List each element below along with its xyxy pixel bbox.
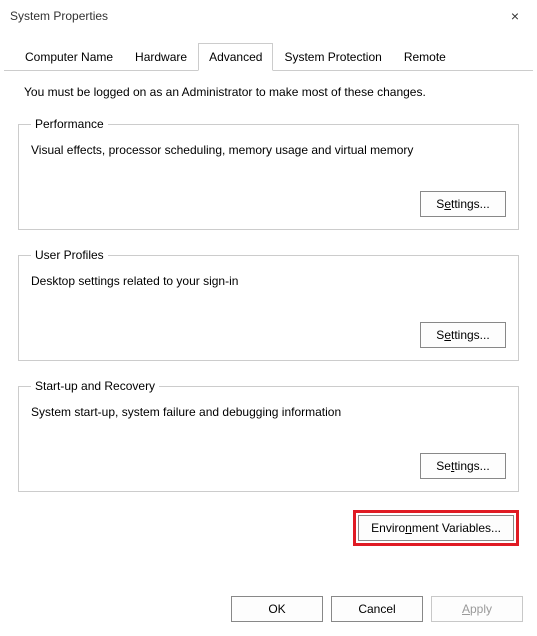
environment-variables-button[interactable]: Environment Variables... (358, 515, 514, 541)
tabs: Computer Name Hardware Advanced System P… (4, 32, 533, 71)
intro-text: You must be logged on as an Administrato… (24, 85, 519, 99)
performance-legend: Performance (31, 117, 108, 131)
window-title: System Properties (10, 9, 108, 23)
performance-settings-button[interactable]: Settings... (420, 191, 506, 217)
startup-recovery-desc: System start-up, system failure and debu… (31, 405, 506, 419)
btn-text-u: e (444, 197, 451, 211)
startup-recovery-legend: Start-up and Recovery (31, 379, 159, 393)
bottom-bar: OK Cancel Apply (0, 580, 537, 636)
tab-remote[interactable]: Remote (393, 43, 457, 71)
btn-text-post: ment Variables... (412, 521, 501, 535)
startup-recovery-group: Start-up and Recovery System start-up, s… (18, 379, 519, 492)
btn-text-post: ttings... (451, 328, 490, 342)
tab-advanced[interactable]: Advanced (198, 43, 273, 71)
tab-computer-name[interactable]: Computer Name (14, 43, 124, 71)
content-advanced: You must be logged on as an Administrato… (0, 71, 537, 556)
cancel-button[interactable]: Cancel (331, 596, 423, 622)
performance-group: Performance Visual effects, processor sc… (18, 117, 519, 230)
ok-button[interactable]: OK (231, 596, 323, 622)
btn-text-post: ttings... (451, 197, 490, 211)
btn-text-pre: Se (436, 459, 451, 473)
tab-hardware[interactable]: Hardware (124, 43, 198, 71)
user-profiles-settings-button[interactable]: Settings... (420, 322, 506, 348)
env-vars-highlight: Environment Variables... (353, 510, 519, 546)
tab-system-protection[interactable]: System Protection (273, 43, 392, 71)
btn-text-post: pply (470, 602, 492, 616)
btn-text-post: tings... (454, 459, 489, 473)
btn-text-u: e (444, 328, 451, 342)
user-profiles-group: User Profiles Desktop settings related t… (18, 248, 519, 361)
titlebar: System Properties × (0, 0, 537, 32)
close-icon[interactable]: × (501, 4, 529, 28)
btn-text-pre: Enviro (371, 521, 405, 535)
btn-text-u: A (462, 602, 470, 616)
apply-button: Apply (431, 596, 523, 622)
btn-text-u: n (405, 521, 412, 535)
user-profiles-legend: User Profiles (31, 248, 108, 262)
startup-recovery-settings-button[interactable]: Settings... (420, 453, 506, 479)
user-profiles-desc: Desktop settings related to your sign-in (31, 274, 506, 288)
performance-desc: Visual effects, processor scheduling, me… (31, 143, 506, 157)
